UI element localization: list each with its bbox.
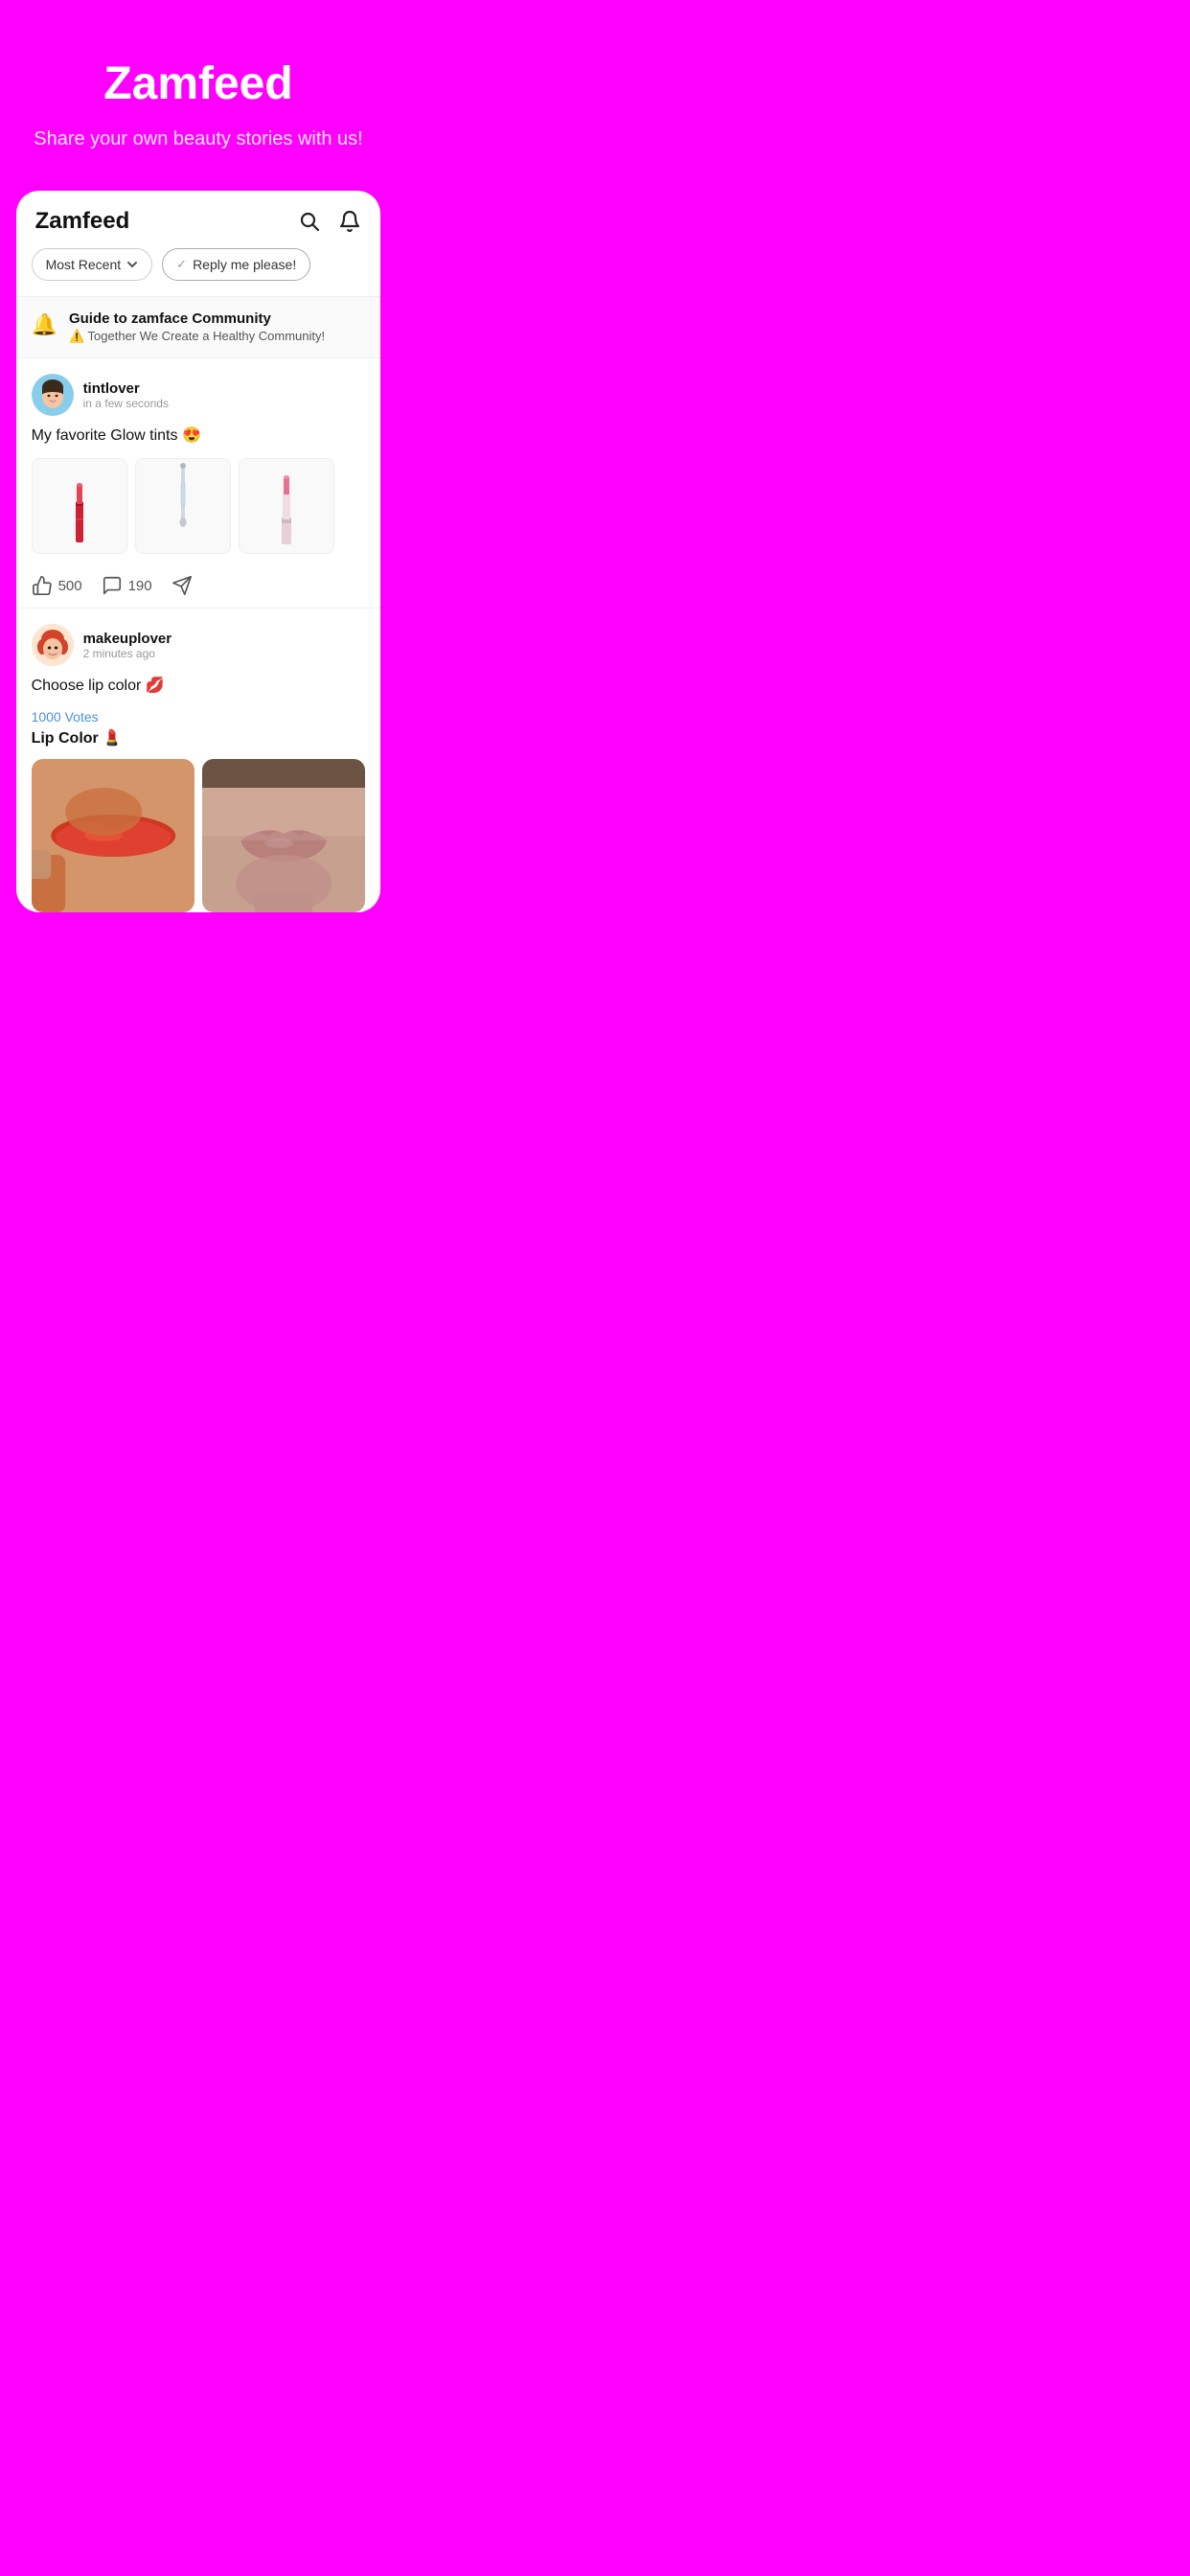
- search-button[interactable]: [298, 210, 321, 233]
- filter-most-recent-label: Most Recent: [46, 257, 122, 272]
- poll-img-orange-lip[interactable]: [32, 759, 195, 912]
- avatar-makeuplover: [32, 624, 74, 666]
- like-count: 500: [58, 578, 82, 594]
- like-button[interactable]: 500: [32, 575, 82, 596]
- post-1-header: tintlover in a few seconds: [32, 374, 366, 416]
- post-2-avatar: [32, 624, 74, 666]
- community-notice: 🔔 Guide to zamface Community ⚠️ Together…: [16, 296, 381, 358]
- post-2: makeuplover 2 minutes ago Choose lip col…: [16, 609, 381, 911]
- post-2-meta: makeuplover 2 minutes ago: [83, 631, 172, 660]
- notification-button[interactable]: [338, 210, 361, 233]
- product-img-1[interactable]: [32, 458, 127, 554]
- comment-icon: [102, 575, 123, 596]
- filter-most-recent[interactable]: Most Recent: [32, 248, 153, 281]
- hero-title: Zamfeed: [29, 58, 368, 110]
- app-title: Zamfeed: [35, 208, 130, 235]
- product-img-2[interactable]: [135, 458, 231, 554]
- avatar-tintlover: [32, 374, 74, 416]
- poll-images: [32, 759, 366, 912]
- top-bar: Zamfeed: [16, 191, 381, 248]
- check-icon: ✓: [176, 257, 187, 272]
- lip-nude-svg: [202, 759, 365, 912]
- comment-button[interactable]: 190: [102, 575, 152, 596]
- post-1-username: tintlover: [83, 380, 169, 397]
- post-1: tintlover in a few seconds My favorite G…: [16, 358, 381, 609]
- lip-orange-svg: [32, 759, 195, 912]
- post-2-header: makeuplover 2 minutes ago: [32, 624, 366, 666]
- chevron-down-icon: [126, 259, 138, 270]
- notice-title: Guide to zamface Community: [69, 310, 325, 327]
- notice-text: Guide to zamface Community ⚠️ Together W…: [69, 310, 325, 344]
- post-1-meta: tintlover in a few seconds: [83, 380, 169, 410]
- filters-row: Most Recent ✓ Reply me please!: [16, 248, 381, 296]
- post-2-text: Choose lip color 💋: [32, 676, 366, 697]
- poll-title: Lip Color 💄: [32, 728, 366, 748]
- filter-reply-me[interactable]: ✓ Reply me please!: [162, 248, 310, 281]
- notice-bell-icon: 🔔: [32, 312, 57, 337]
- product-img-3[interactable]: [239, 458, 334, 554]
- post-1-product-images: [32, 458, 366, 554]
- thumbs-up-icon: [32, 575, 53, 596]
- main-card: Zamfeed Most Recent ✓: [16, 191, 381, 912]
- lipstick-red-icon: [64, 466, 95, 547]
- notice-subtitle: ⚠️ Together We Create a Healthy Communit…: [69, 329, 325, 344]
- post-1-avatar: [32, 374, 74, 416]
- poll-img-nude-lip[interactable]: [202, 759, 365, 912]
- hero-subtitle: Share your own beauty stories with us!: [29, 126, 368, 152]
- filter-reply-label: Reply me please!: [193, 257, 296, 272]
- share-button[interactable]: [172, 575, 193, 596]
- share-icon: [172, 575, 193, 596]
- search-icon: [298, 210, 321, 233]
- post-1-text: My favorite Glow tints 😍: [32, 426, 366, 447]
- header-icons: [298, 210, 361, 233]
- post-1-time: in a few seconds: [83, 397, 169, 410]
- post-1-actions: 500 190: [32, 567, 366, 596]
- post-2-username: makeuplover: [83, 631, 172, 647]
- votes-label: 1000 Votes: [32, 709, 366, 724]
- bell-icon: [338, 210, 361, 233]
- lipstick-pink-icon: [273, 464, 300, 548]
- lipgloss-clear-icon: [172, 463, 194, 549]
- hero-section: Zamfeed Share your own beauty stories wi…: [0, 0, 397, 191]
- comment-count: 190: [128, 578, 152, 594]
- post-2-time: 2 minutes ago: [83, 647, 172, 660]
